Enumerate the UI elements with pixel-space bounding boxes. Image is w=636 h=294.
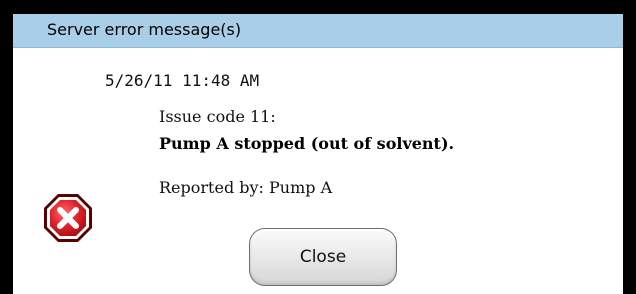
close-button[interactable]: Close (249, 228, 397, 286)
issue-message: Pump A stopped (out of solvent). (159, 134, 455, 153)
issue-code: Issue code 11: (159, 107, 276, 126)
error-icon (41, 191, 95, 245)
dialog-titlebar: Server error message(s) (13, 14, 623, 48)
server-error-dialog: Server error message(s) 5/26/11 11:48 AM… (0, 0, 636, 294)
reported-by: Reported by: Pump A (159, 178, 333, 197)
error-timestamp: 5/26/11 11:48 AM (105, 71, 260, 90)
dialog-title: Server error message(s) (47, 20, 242, 39)
